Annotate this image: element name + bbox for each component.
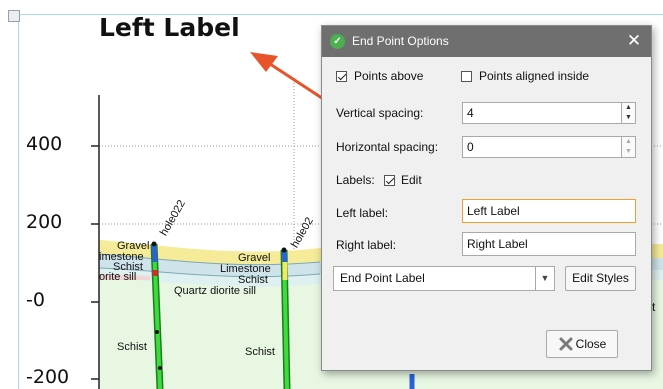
horizontal-spacing-value: 0 [467,140,474,154]
dialog-title: End Point Options [352,34,449,48]
close-icon[interactable]: ✕ [625,31,643,51]
unit-label-schist-lower: Schist [117,341,147,353]
spin-down-icon[interactable]: ▼ [622,113,635,123]
horizontal-spacing-label: Horizontal spacing: [336,140,439,154]
unit-label-sill: orite sill [99,271,137,283]
close-button[interactable]: Close [546,330,618,358]
points-above-checkbox[interactable] [336,71,347,82]
right-label-input[interactable]: Right Label [462,232,636,256]
unit-label-schist-lower: Schist [245,346,275,358]
y-tick-label: 400 [26,133,63,155]
vertical-spacing-value: 4 [467,106,474,120]
label-style-select-value: End Point Label [340,271,425,285]
resize-handle[interactable] [8,10,20,22]
points-aligned-inside-checkbox[interactable] [461,71,472,82]
spin-down-icon[interactable]: ▼ [622,147,635,157]
chevron-down-icon[interactable]: ▼ [535,267,554,290]
unit-label-sill: Quartz diorite sill [174,285,256,297]
dialog-titlebar[interactable]: ✓ End Point Options ✕ [322,26,651,57]
vertical-spacing-label: Vertical spacing: [336,106,424,120]
right-label-caption: Right label: [336,238,397,252]
spin-up-icon[interactable]: ▲ [622,103,635,113]
horizontal-spacing-input[interactable]: 0 ▲ ▼ [462,136,636,158]
app-icon: ✓ [330,34,345,49]
edit-label[interactable]: Edit [401,173,422,187]
plot-frame-left [18,14,19,389]
y-tick-label: 200 [26,211,63,233]
left-label-caption: Left label: [336,206,389,220]
points-aligned-inside-label[interactable]: Points aligned inside [479,69,589,83]
left-label-input[interactable]: Left Label [462,199,636,223]
close-x-icon [559,337,573,351]
plot-left-label[interactable]: Left Label [99,13,240,42]
points-above-label[interactable]: Points above [354,69,423,83]
spin-up-icon[interactable]: ▲ [622,137,635,147]
y-tick-label: -0 [26,289,45,311]
end-point-options-dialog: ✓ End Point Options ✕ Points above Point… [321,25,652,371]
y-axis [91,95,100,389]
vertical-spacing-input[interactable]: 4 ▲ ▼ [462,102,636,124]
edit-checkbox[interactable] [384,175,395,186]
vertical-spacing-spinner[interactable]: ▲ ▼ [621,103,635,123]
close-button-label: Close [575,337,607,351]
labels-caption: Labels: [336,173,375,187]
label-style-select[interactable]: End Point Label ▼ [333,266,555,291]
stage: Left Label c 400 200 -0 -200 hole022 hol… [0,0,663,389]
horizontal-spacing-spinner[interactable]: ▲ ▼ [621,137,635,157]
edit-styles-button[interactable]: Edit Styles [565,266,636,291]
y-tick-label: -200 [26,366,70,388]
